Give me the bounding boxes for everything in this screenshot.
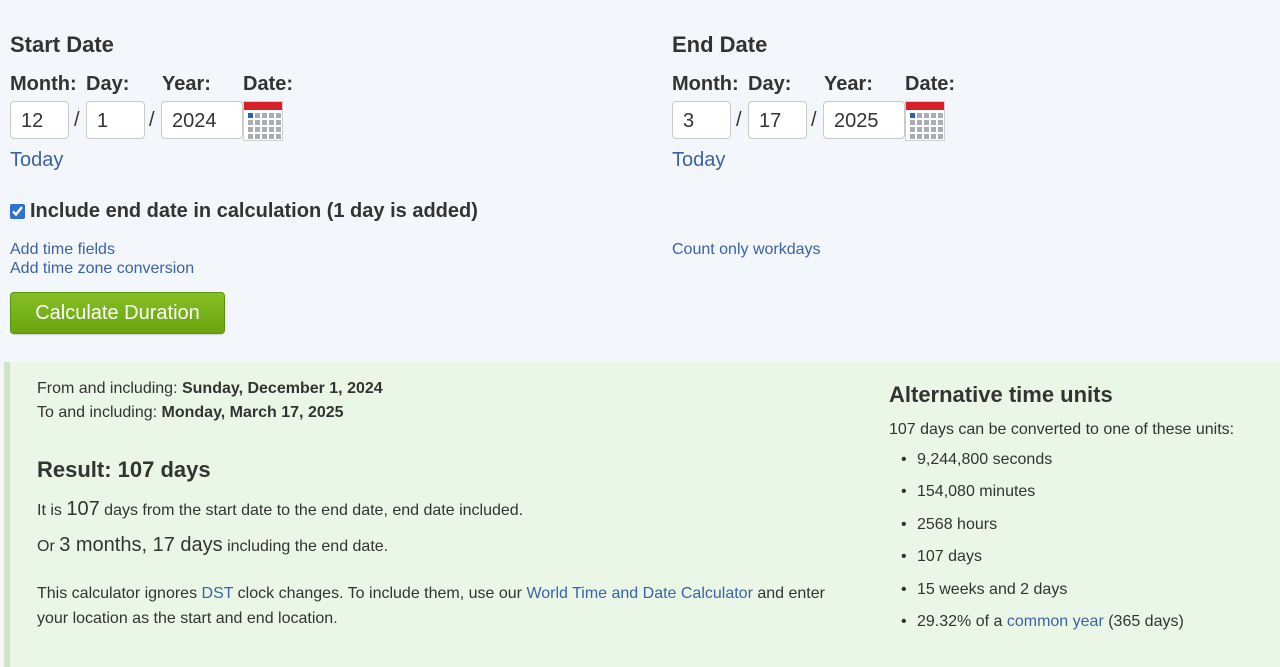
common-year-prefix: 29.32% of a bbox=[917, 612, 1007, 630]
alt-unit-item: 107 days bbox=[889, 547, 1184, 579]
start-date-label: Date: bbox=[243, 73, 294, 95]
alt-unit-item: 9,244,800 seconds bbox=[889, 450, 1184, 482]
common-year-link[interactable]: common year bbox=[1007, 613, 1104, 630]
start-day-input[interactable]: 1 bbox=[86, 101, 145, 139]
alt-unit-item: 154,080 minutes bbox=[889, 482, 1184, 514]
add-time-fields-link[interactable]: Add time fields bbox=[10, 241, 115, 259]
start-year-label: Year: bbox=[162, 73, 211, 95]
common-year-suffix: (365 days) bbox=[1103, 612, 1184, 630]
end-month-label: Month: bbox=[672, 73, 739, 95]
result-line-1: It is 107 days from the start date to th… bbox=[37, 498, 523, 521]
line2-prefix: Or bbox=[37, 538, 60, 555]
end-today-link[interactable]: Today bbox=[672, 149, 725, 172]
start-separator-1: / bbox=[74, 109, 80, 131]
end-separator-2: / bbox=[811, 109, 817, 131]
start-month-label: Month: bbox=[10, 73, 77, 95]
result-line-2: Or 3 months, 17 days including the end d… bbox=[37, 534, 388, 557]
from-date: Sunday, December 1, 2024 bbox=[181, 380, 383, 397]
start-month-input[interactable]: 12 bbox=[10, 101, 69, 139]
end-calendar-icon[interactable] bbox=[905, 101, 945, 141]
world-time-calculator-link[interactable]: World Time and Date Calculator bbox=[526, 585, 752, 602]
line1-prefix: It is bbox=[37, 502, 67, 519]
end-day-input[interactable]: 17 bbox=[748, 101, 807, 139]
include-end-date-option[interactable]: Include end date in calculation (1 day i… bbox=[10, 200, 478, 223]
result-title: Result: 107 days bbox=[37, 457, 211, 482]
end-year-input[interactable]: 2025 bbox=[823, 101, 905, 139]
end-separator-1: / bbox=[736, 109, 742, 131]
end-year-label: Year: bbox=[824, 73, 873, 95]
line2-value: 3 months, 17 days bbox=[59, 534, 223, 556]
add-time-zone-link[interactable]: Add time zone conversion bbox=[10, 260, 194, 278]
end-date-label: Date: bbox=[905, 73, 956, 95]
include-end-date-checkbox[interactable] bbox=[10, 204, 25, 219]
dst-text-2: clock changes. To include them, use our bbox=[233, 585, 527, 602]
to-line: To and including: Monday, March 17, 2025 bbox=[37, 404, 344, 422]
dst-note-line-1: This calculator ignores DST clock change… bbox=[37, 585, 825, 603]
start-calendar-icon[interactable] bbox=[243, 101, 283, 141]
line1-number: 107 bbox=[66, 498, 100, 520]
line2-suffix: including the end date. bbox=[222, 538, 389, 555]
alt-units-title: Alternative time units bbox=[889, 382, 1113, 407]
start-year-input[interactable]: 2024 bbox=[161, 101, 243, 139]
alt-units-intro: 107 days can be converted to one of thes… bbox=[889, 421, 1235, 438]
start-separator-2: / bbox=[149, 109, 155, 131]
end-day-label: Day: bbox=[748, 73, 792, 95]
alt-unit-item: 2568 hours bbox=[889, 515, 1184, 547]
alt-units-list: 9,244,800 seconds 154,080 minutes 2568 h… bbox=[889, 450, 1184, 644]
start-day-label: Day: bbox=[86, 73, 130, 95]
line1-suffix: days from the start date to the end date… bbox=[99, 502, 524, 519]
from-line: From and including: Sunday, December 1, … bbox=[37, 380, 383, 398]
dst-link[interactable]: DST bbox=[202, 585, 234, 602]
end-date-title: End Date bbox=[672, 32, 768, 57]
alt-unit-item-common-year: 29.32% of a common year (365 days) bbox=[889, 612, 1184, 644]
end-month-input[interactable]: 3 bbox=[672, 101, 731, 139]
include-end-date-label: Include end date in calculation (1 day i… bbox=[30, 200, 478, 222]
to-prefix: To and including: bbox=[37, 404, 162, 421]
dst-note-line-2: your location as the start and end locat… bbox=[37, 610, 338, 627]
result-panel: From and including: Sunday, December 1, … bbox=[4, 362, 1280, 667]
dst-text-1: This calculator ignores bbox=[37, 585, 202, 602]
dst-text-3: and enter bbox=[752, 585, 825, 602]
alt-unit-item: 15 weeks and 2 days bbox=[889, 580, 1184, 612]
start-today-link[interactable]: Today bbox=[10, 149, 63, 172]
to-date: Monday, March 17, 2025 bbox=[161, 404, 344, 421]
start-date-title: Start Date bbox=[10, 32, 114, 57]
count-workdays-link[interactable]: Count only workdays bbox=[672, 241, 821, 259]
from-prefix: From and including: bbox=[37, 380, 182, 397]
calculate-duration-button[interactable]: Calculate Duration bbox=[10, 292, 225, 334]
